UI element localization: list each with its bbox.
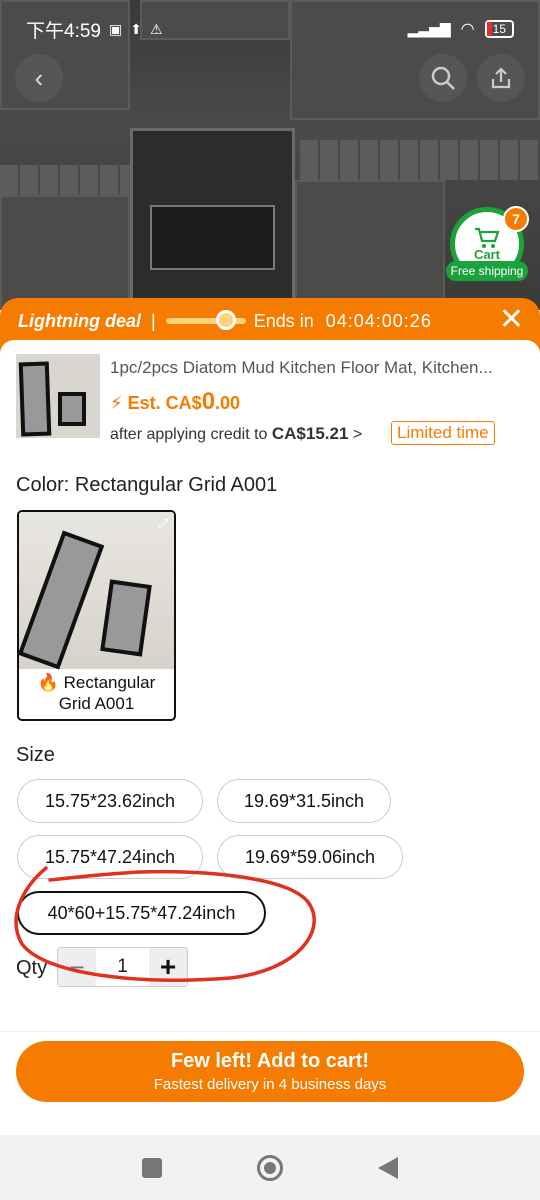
size-option-15-75x47-24[interactable]: 15.75*47.24inch xyxy=(17,835,203,879)
battery-indicator: 15 xyxy=(484,20,514,38)
size-option-19-69x59-06[interactable]: 19.69*59.06inch xyxy=(217,835,403,879)
home-icon[interactable] xyxy=(257,1154,283,1181)
flame-icon: 🔥 xyxy=(37,673,59,692)
size-title: Size xyxy=(16,744,55,766)
close-icon: ✕ xyxy=(498,303,524,336)
swatch-label: 🔥 Rectangular Grid A001 xyxy=(37,673,156,713)
quantity-stepper: − 1 + xyxy=(57,947,188,987)
chevron-left-icon: ‹ xyxy=(34,62,44,93)
deal-separator: | xyxy=(151,310,156,331)
countdown-timer: 04:04:00:26 xyxy=(325,310,432,331)
expand-icon[interactable]: ⤢ xyxy=(158,516,168,532)
add-to-cart-button[interactable]: Few left! Add to cart! Fastest delivery … xyxy=(16,1041,524,1102)
search-icon xyxy=(431,66,455,90)
status-time: 下午4:59 xyxy=(26,20,101,42)
cart-icon xyxy=(475,227,500,248)
estimated-price: ⚡ Est. CA$0.00 xyxy=(110,388,241,415)
color-title: Color: Rectangular Grid A001 xyxy=(16,474,278,496)
credit-price: CA$15.21 xyxy=(271,424,349,443)
limited-time-badge: Limited time xyxy=(391,421,495,445)
cart-count-badge: 7 xyxy=(503,206,529,232)
upload-icon: ⬆ xyxy=(130,20,142,37)
swatch-image xyxy=(19,512,174,670)
lightning-deal-label: Lightning deal xyxy=(18,310,141,331)
credit-line[interactable]: after applying credit to CA$15.21 > xyxy=(110,424,362,444)
product-title: 1pc/2pcs Diatom Mud Kitchen Floor Mat, K… xyxy=(110,358,493,377)
qty-label: Qty xyxy=(16,957,48,979)
divider xyxy=(0,1031,540,1032)
chevron-right-icon: > xyxy=(352,426,363,443)
lightning-deal-bar: Lightning deal | Ends in 04:04:00:26 ✕ xyxy=(0,298,540,344)
share-button[interactable] xyxy=(477,54,525,102)
increase-qty-button[interactable]: + xyxy=(149,948,187,986)
deal-progress-bar xyxy=(165,310,246,330)
share-icon xyxy=(491,67,511,89)
notification-icon: ▣ xyxy=(108,20,123,37)
decrease-qty-button[interactable]: − xyxy=(58,948,96,986)
product-thumbnail[interactable] xyxy=(16,354,100,438)
status-bar: 下午4:59 ▣ ⬆ ⚠ ▂▃▅▇ ◠ 15 xyxy=(0,0,540,58)
cta-title: Few left! Add to cart! xyxy=(170,1050,370,1072)
size-option-15-75x23-62[interactable]: 15.75*23.62inch xyxy=(17,779,203,823)
size-option-19-69x31-5[interactable]: 19.69*31.5inch xyxy=(217,779,391,823)
qty-value[interactable]: 1 xyxy=(96,956,149,978)
recents-icon[interactable] xyxy=(142,1157,162,1178)
search-button[interactable] xyxy=(419,54,467,102)
wifi-icon: ◠ xyxy=(460,21,475,38)
close-button[interactable]: ✕ xyxy=(498,303,524,336)
cta-subtitle: Fastest delivery in 4 business days xyxy=(153,1076,387,1093)
color-swatch-rectangular-grid[interactable]: ⤢ 🔥 Rectangular Grid A001 xyxy=(17,510,176,721)
warning-icon: ⚠ xyxy=(149,20,163,37)
ends-in-label: Ends in xyxy=(253,310,314,331)
back-icon[interactable] xyxy=(378,1156,398,1179)
cart-label: Cart xyxy=(473,246,500,262)
system-navigation-bar xyxy=(0,1135,540,1200)
free-shipping-badge: Free shipping xyxy=(446,261,528,281)
size-option-40x60-combo[interactable]: 40*60+15.75*47.24inch xyxy=(17,891,266,935)
signal-icon: ▂▃▅▇ xyxy=(407,20,451,37)
lightning-icon: ⚡ xyxy=(110,393,123,413)
sku-panel xyxy=(0,340,540,1135)
back-button[interactable]: ‹ xyxy=(15,54,63,102)
